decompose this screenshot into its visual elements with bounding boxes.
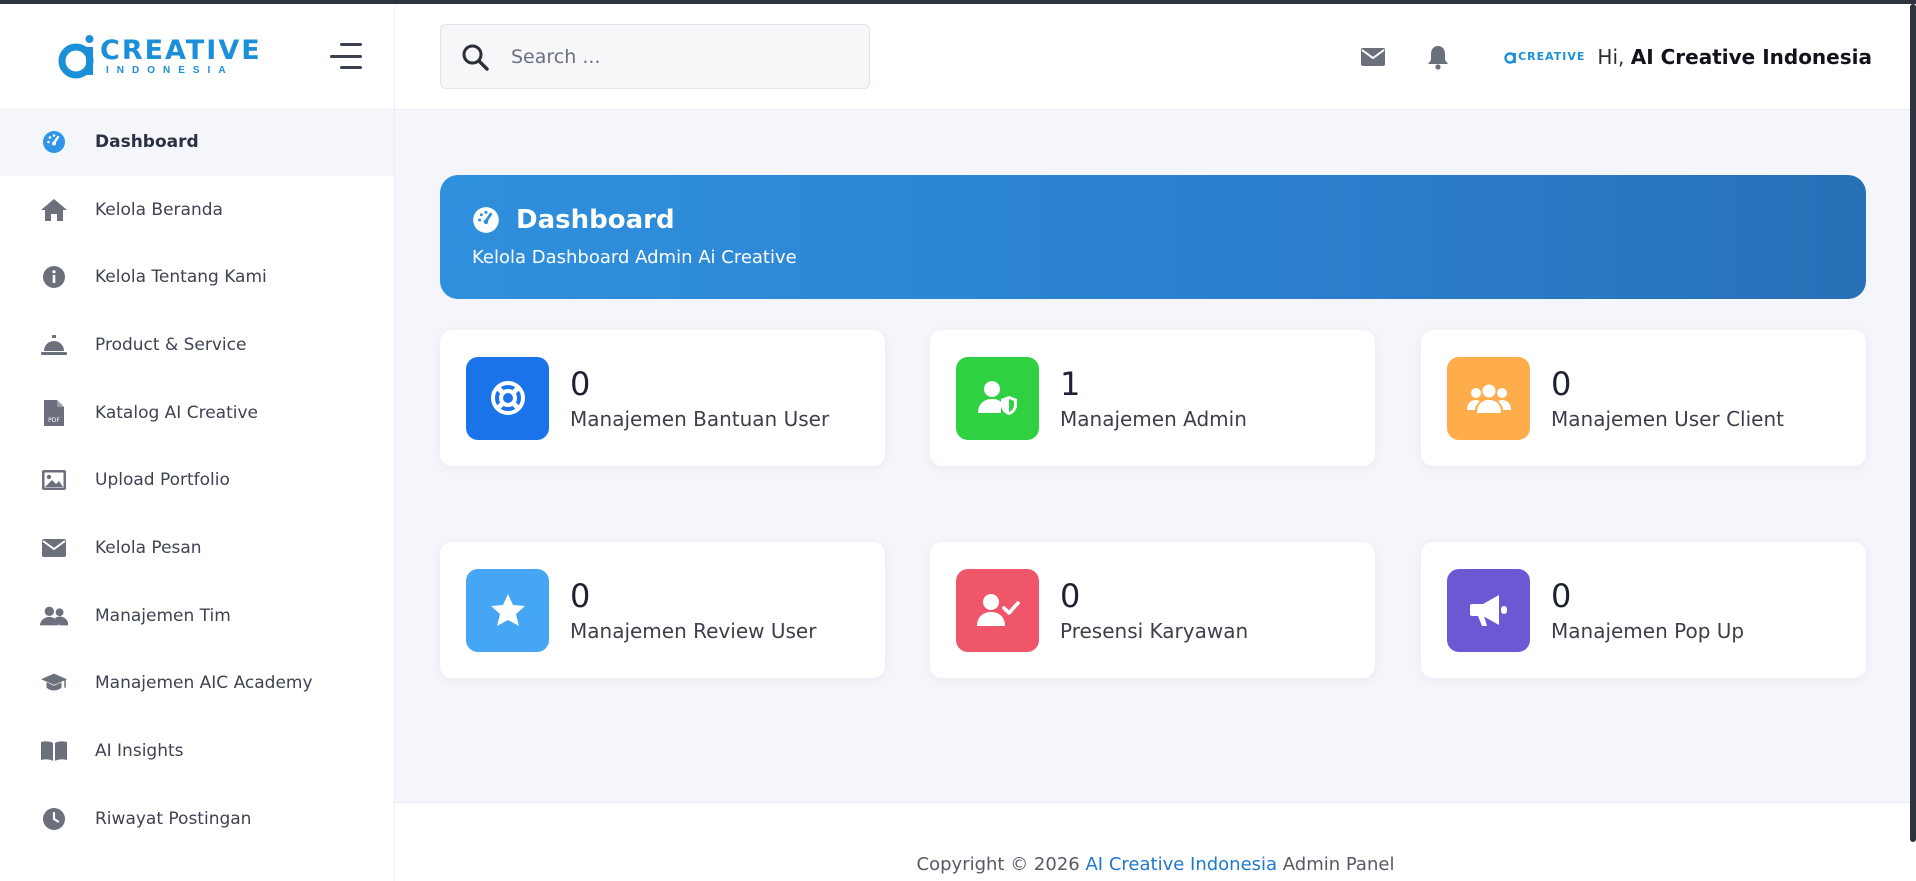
mini-logo-text: CREATIVE	[1518, 50, 1586, 63]
sidebar: CREATIVE INDONESIA Dashboard Kelola Bera…	[0, 4, 395, 881]
lifebuoy-icon	[466, 356, 549, 440]
search-box	[440, 24, 870, 89]
stat-card-pop-up[interactable]: 0 Manajemen Pop Up	[1421, 542, 1866, 678]
banner-subtitle: Kelola Dashboard Admin Ai Creative	[472, 247, 797, 268]
user-avatar[interactable]: CREATIVE	[1504, 50, 1585, 64]
page-scrollbar[interactable]	[1910, 4, 1916, 842]
sidebar-item-label: Katalog AI Creative	[95, 402, 258, 423]
sidebar-item-label: AI Insights	[95, 741, 184, 762]
sidebar-brand: CREATIVE INDONESIA	[0, 4, 394, 108]
sidebar-item-riwayat-postingan[interactable]: Riwayat Postingan	[0, 785, 394, 853]
users-icon	[40, 602, 68, 630]
brand-tagline: INDONESIA	[106, 64, 234, 76]
sidebar-item-label: Kelola Tentang Kami	[95, 267, 267, 288]
stat-card-admin[interactable]: 1 Manajemen Admin	[930, 330, 1375, 466]
stat-label: Manajemen Review User	[570, 619, 817, 643]
image-icon	[40, 466, 68, 494]
stat-label: Manajemen User Client	[1551, 407, 1784, 431]
user-name: AI Creative Indonesia	[1630, 44, 1872, 69]
stat-value: 0	[1551, 577, 1572, 615]
sidebar-item-label: Kelola Beranda	[95, 199, 223, 220]
sidebar-item-label: Manajemen Tim	[95, 605, 231, 626]
stat-label: Manajemen Bantuan User	[570, 407, 830, 431]
sidebar-item-manajemen-tim[interactable]: Manajemen Tim	[0, 582, 394, 650]
banner-title: Dashboard	[516, 205, 675, 235]
sidebar-item-kelola-pesan[interactable]: Kelola Pesan	[0, 514, 394, 582]
dashboard-icon	[473, 207, 499, 233]
user-greeting[interactable]: Hi, AI Creative Indonesia	[1597, 45, 1872, 69]
greeting-text: Hi,	[1597, 44, 1625, 69]
sidebar-nav: Dashboard Kelola Beranda Kelola Tentang …	[0, 108, 394, 853]
sidebar-item-label: Dashboard	[95, 131, 199, 152]
page-footer: Copyright © 2026 AI Creative Indonesia A…	[395, 802, 1916, 881]
user-check-icon	[956, 568, 1039, 652]
graduation-cap-icon	[40, 669, 68, 697]
header-actions: CREATIVE Hi, AI Creative Indonesia	[1358, 42, 1872, 72]
stat-value: 1	[1060, 365, 1081, 403]
pdf-file-icon: PDF	[40, 399, 68, 427]
sidebar-item-upload-portfolio[interactable]: Upload Portfolio	[0, 446, 394, 514]
stat-label: Manajemen Admin	[1060, 407, 1247, 431]
info-icon	[40, 263, 68, 291]
user-group-icon	[1447, 356, 1530, 440]
service-bell-icon	[40, 331, 68, 359]
stat-card-review-user[interactable]: 0 Manajemen Review User	[440, 542, 885, 678]
sidebar-item-kelola-tentang-kami[interactable]: Kelola Tentang Kami	[0, 243, 394, 311]
stat-label: Manajemen Pop Up	[1551, 619, 1745, 643]
sidebar-item-label: Upload Portfolio	[95, 470, 230, 491]
top-header: CREATIVE Hi, AI Creative Indonesia	[395, 4, 1916, 110]
notification-bell-icon[interactable]	[1423, 42, 1453, 72]
stat-card-presensi-karyawan[interactable]: 0 Presensi Karyawan	[930, 542, 1375, 678]
stat-value: 0	[1060, 577, 1081, 615]
book-icon	[40, 737, 68, 765]
clock-icon	[40, 805, 68, 833]
stat-card-user-client[interactable]: 0 Manajemen User Client	[1421, 330, 1866, 466]
megaphone-icon	[1447, 568, 1530, 652]
sidebar-item-label: Product & Service	[95, 334, 247, 355]
sidebar-item-manajemen-aic-academy[interactable]: Manajemen AIC Academy	[0, 650, 394, 718]
sidebar-item-label: Riwayat Postingan	[95, 808, 252, 829]
dashboard-icon	[40, 128, 68, 156]
search-input[interactable]	[511, 45, 831, 68]
sidebar-item-product-service[interactable]: Product & Service	[0, 311, 394, 379]
menu-toggle-icon[interactable]	[328, 43, 362, 69]
copyright-suffix: Admin Panel	[1282, 854, 1395, 875]
stat-value: 0	[570, 577, 591, 615]
footer-company-link[interactable]: AI Creative Indonesia	[1085, 854, 1277, 875]
home-icon	[40, 196, 68, 224]
mini-logo-icon	[1504, 51, 1516, 64]
sidebar-item-katalog-ai-creative[interactable]: PDF Katalog AI Creative	[0, 379, 394, 447]
stat-value: 0	[1551, 365, 1572, 403]
mail-icon[interactable]	[1358, 42, 1388, 72]
stat-card-bantuan-user[interactable]: 0 Manajemen Bantuan User	[440, 330, 885, 466]
stat-label: Presensi Karyawan	[1060, 619, 1249, 643]
sidebar-item-kelola-beranda[interactable]: Kelola Beranda	[0, 176, 394, 244]
svg-text:PDF: PDF	[48, 417, 60, 424]
sidebar-item-label: Kelola Pesan	[95, 537, 202, 558]
logo-mark-icon	[58, 35, 94, 79]
copyright-prefix: Copyright © 2026	[916, 854, 1080, 875]
stat-value: 0	[570, 365, 591, 403]
brand-logo[interactable]: CREATIVE INDONESIA	[58, 33, 262, 79]
sidebar-item-label: Manajemen AIC Academy	[95, 673, 313, 694]
sidebar-item-dashboard[interactable]: Dashboard	[0, 108, 394, 176]
star-icon	[466, 568, 549, 652]
user-shield-icon	[956, 356, 1039, 440]
envelope-icon	[40, 534, 68, 562]
search-icon[interactable]	[461, 43, 489, 71]
copyright-text: Copyright © 2026 AI Creative Indonesia A…	[395, 854, 1916, 875]
brand-name: CREATIVE	[100, 34, 262, 66]
dashboard-banner: Dashboard Kelola Dashboard Admin Ai Crea…	[440, 175, 1866, 299]
sidebar-item-ai-insights[interactable]: AI Insights	[0, 717, 394, 785]
